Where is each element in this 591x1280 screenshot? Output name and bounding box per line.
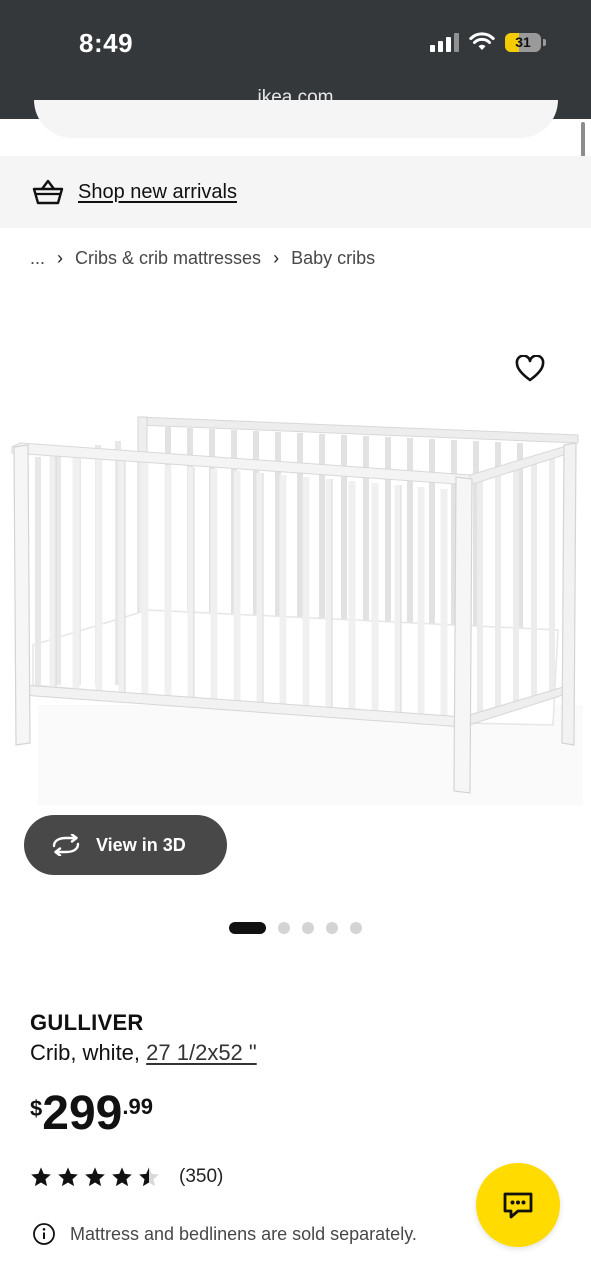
gallery-dot-active[interactable] (229, 922, 266, 934)
price-decimal: .99 (122, 1094, 153, 1119)
chat-button[interactable] (476, 1163, 560, 1247)
breadcrumb-item[interactable]: Cribs & crib mattresses (75, 248, 261, 269)
star-full-icon (112, 1167, 132, 1187)
gallery-dot[interactable] (326, 922, 338, 934)
product-description: Crib, white, 27 1/2x52 " (30, 1040, 257, 1066)
chevron-right-icon: › (273, 248, 280, 268)
product-name: GULLIVER (30, 1010, 144, 1035)
price-integer: 299 (42, 1087, 123, 1140)
product-rating[interactable]: (350) (30, 1166, 223, 1188)
review-count[interactable]: (350) (179, 1166, 223, 1188)
view-in-3d-label: View in 3D (96, 834, 186, 855)
clock-time: 8:49 (79, 28, 134, 58)
battery-level: 31 (515, 34, 531, 50)
star-full-icon (85, 1167, 105, 1187)
wifi-icon (469, 32, 495, 50)
gallery-dot[interactable] (350, 922, 362, 934)
breadcrumb: ... › Cribs & crib mattresses › Baby cri… (30, 248, 375, 269)
view-in-3d-button[interactable]: View in 3D (24, 815, 227, 875)
gallery-dot[interactable] (302, 922, 314, 934)
gallery-dot[interactable] (278, 922, 290, 934)
search-field[interactable] (34, 100, 558, 138)
product-price: $ 299 .99 (30, 1090, 153, 1138)
chevron-right-icon: › (57, 248, 64, 268)
heart-icon[interactable] (515, 355, 545, 383)
shop-new-arrivals-link[interactable]: Shop new arrivals (78, 181, 237, 204)
product-image[interactable] (8, 405, 583, 805)
cellular-signal-icon (430, 32, 459, 52)
notice-text: Mattress and bedlinens are sold separate… (70, 1223, 417, 1244)
size-link[interactable]: 27 1/2x52 " (146, 1040, 257, 1065)
system-icons: 31 (430, 32, 546, 52)
mattress-notice: Mattress and bedlinens are sold separate… (32, 1222, 417, 1246)
battery-icon: 31 (505, 32, 546, 52)
gallery-pagination (229, 922, 362, 934)
star-full-icon (58, 1167, 78, 1187)
price-currency: $ (30, 1096, 43, 1121)
star-half-icon (139, 1167, 159, 1187)
product-type: Crib, white, (30, 1040, 147, 1065)
chat-bubble-icon (503, 1192, 533, 1219)
rotate-3d-icon (52, 834, 80, 856)
promo-banner: Shop new arrivals (0, 156, 591, 228)
basket-icon (32, 179, 64, 205)
star-full-icon (31, 1167, 51, 1187)
breadcrumb-ellipsis[interactable]: ... (30, 248, 45, 269)
breadcrumb-item[interactable]: Baby cribs (291, 248, 375, 269)
info-icon (33, 1223, 55, 1245)
